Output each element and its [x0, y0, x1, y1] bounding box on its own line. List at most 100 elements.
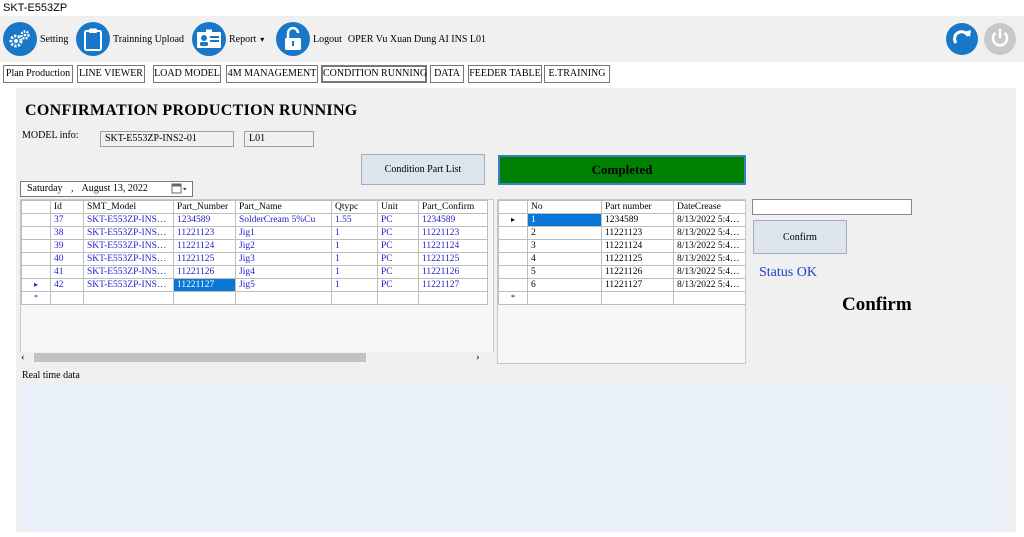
cell-part-confirm[interactable]: 11221124	[418, 239, 488, 253]
cell-part-number[interactable]: 11221127	[601, 278, 674, 292]
cell-smt-model[interactable]: SKT-E553ZP-INS2-01	[83, 265, 174, 279]
cell-id[interactable]: 40	[50, 252, 84, 266]
cell-empty[interactable]	[331, 291, 378, 305]
part-scan-input[interactable]	[752, 199, 912, 215]
row-header[interactable]	[498, 226, 528, 240]
training-upload-button[interactable]: Trainning Upload	[76, 20, 184, 58]
column-header-unit[interactable]: Unit	[377, 200, 419, 214]
cell-empty[interactable]	[601, 291, 674, 305]
refresh-button[interactable]	[946, 23, 978, 55]
cell-part-number[interactable]: 11221126	[173, 265, 236, 279]
cell-part-number[interactable]: 11221123	[601, 226, 674, 240]
cell-empty[interactable]	[527, 291, 602, 305]
cell-datecrease[interactable]: 8/13/2022 5:40:...	[673, 252, 745, 266]
cell-datecrease[interactable]: 8/13/2022 5:40:...	[673, 226, 745, 240]
cell-part-name[interactable]: SolderCream 5%Cu	[235, 213, 332, 227]
cell-id[interactable]: 38	[50, 226, 84, 240]
cell-datecrease[interactable]: 8/13/2022 5:40:...	[673, 265, 745, 279]
row-header[interactable]	[21, 265, 51, 279]
cell-qtypc[interactable]: 1	[331, 239, 378, 253]
row-header[interactable]	[21, 213, 51, 227]
cell-empty[interactable]	[235, 291, 332, 305]
cell-no[interactable]: 3	[527, 239, 602, 253]
column-header-id[interactable]: Id	[50, 200, 84, 214]
cell-part-number[interactable]: 11221126	[601, 265, 674, 279]
cell-part-number[interactable]: 1234589	[173, 213, 236, 227]
cell-unit[interactable]: PC	[377, 252, 419, 266]
cell-unit[interactable]: PC	[377, 213, 419, 227]
tab-load-model[interactable]: LOAD MODEL	[153, 65, 221, 83]
logout-button[interactable]: Logout OPER Vu Xuan Dung AI INS L01	[276, 20, 486, 58]
report-button[interactable]: Report ▾	[192, 20, 264, 58]
column-header-no[interactable]: No	[527, 200, 602, 214]
cell-part-name[interactable]: Jig2	[235, 239, 332, 253]
cell-no[interactable]: 6	[527, 278, 602, 292]
row-header[interactable]	[498, 252, 528, 266]
cell-part-number[interactable]: 11221125	[601, 252, 674, 266]
cell-empty[interactable]	[418, 291, 488, 305]
tab-4m-management[interactable]: 4M MANAGEMENT	[226, 65, 318, 83]
new-row[interactable]: *	[498, 291, 745, 305]
power-button[interactable]	[984, 23, 1016, 55]
table-row[interactable]: 40 SKT-E553ZP-INS2-01 11221125 Jig3 1 PC…	[21, 252, 488, 266]
cell-qtypc[interactable]: 1.55	[331, 213, 378, 227]
new-row-marker[interactable]: *	[21, 291, 51, 305]
cell-qtypc[interactable]: 1	[331, 252, 378, 266]
table-row[interactable]: 5 11221126 8/13/2022 5:40:...	[498, 265, 745, 279]
report-dropdown-icon[interactable]: ▾	[260, 35, 264, 44]
cell-part-name[interactable]: Jig1	[235, 226, 332, 240]
cell-part-number[interactable]: 1234589	[601, 213, 674, 227]
row-header[interactable]	[21, 226, 51, 240]
table-row[interactable]: 2 11221123 8/13/2022 5:40:...	[498, 226, 745, 240]
cell-smt-model[interactable]: SKT-E553ZP-INS2-01	[83, 252, 174, 266]
cell-smt-model[interactable]: SKT-E553ZP-INS2-01	[83, 278, 174, 292]
cell-part-number[interactable]: 11221124	[173, 239, 236, 253]
cell-no[interactable]: 5	[527, 265, 602, 279]
table-row[interactable]: 37 SKT-E553ZP-INS2-01 1234589 SolderCrea…	[21, 213, 488, 227]
cell-smt-model[interactable]: SKT-E553ZP-INS2-01	[83, 239, 174, 253]
tab-plan-production[interactable]: Plan Production	[3, 65, 73, 83]
current-row-indicator-icon[interactable]: ▸	[498, 213, 528, 227]
cell-qtypc[interactable]: 1	[331, 278, 378, 292]
cell-smt-model[interactable]: SKT-E553ZP-INS2-01	[83, 213, 174, 227]
cell-datecrease[interactable]: 8/13/2022 5:40:...	[673, 278, 745, 292]
cell-part-confirm[interactable]: 11221125	[418, 252, 488, 266]
cell-empty[interactable]	[173, 291, 236, 305]
cell-datecrease[interactable]: 8/13/2022 5:40:...	[673, 239, 745, 253]
cell-part-name[interactable]: Jig5	[235, 278, 332, 292]
row-header[interactable]	[21, 239, 51, 253]
cell-part-confirm[interactable]: 11221123	[418, 226, 488, 240]
new-row-marker[interactable]: *	[498, 291, 528, 305]
cell-empty[interactable]	[83, 291, 174, 305]
cell-empty[interactable]	[673, 291, 745, 305]
cell-unit[interactable]: PC	[377, 239, 419, 253]
cell-smt-model[interactable]: SKT-E553ZP-INS2-01	[83, 226, 174, 240]
condition-part-list-button[interactable]: Condition Part List	[361, 154, 485, 185]
cell-part-number[interactable]: 11221123	[173, 226, 236, 240]
table-row[interactable]: 39 SKT-E553ZP-INS2-01 11221124 Jig2 1 PC…	[21, 239, 488, 253]
calendar-dropdown-icon[interactable]	[171, 183, 187, 200]
column-header-part-confirm[interactable]: Part_Confirm	[418, 200, 488, 214]
tab-line-viewer[interactable]: LINE VIEWER	[77, 65, 145, 83]
date-picker[interactable]: Saturday , August 13, 2022	[20, 181, 193, 197]
table-row[interactable]: 38 SKT-E553ZP-INS2-01 11221123 Jig1 1 PC…	[21, 226, 488, 240]
tab-condition-running[interactable]: CONDITION RUNNING	[321, 65, 427, 83]
cell-empty[interactable]	[50, 291, 84, 305]
cell-unit[interactable]: PC	[377, 265, 419, 279]
cell-part-name[interactable]: Jig3	[235, 252, 332, 266]
cell-datecrease[interactable]: 8/13/2022 5:40:...	[673, 213, 745, 227]
cell-unit[interactable]: PC	[377, 278, 419, 292]
cell-id[interactable]: 41	[50, 265, 84, 279]
condition-grid[interactable]: Id SMT_Model Part_Number Part_Name Qtypc…	[20, 199, 494, 364]
cell-qtypc[interactable]: 1	[331, 265, 378, 279]
column-header-part-number[interactable]: Part_Number	[173, 200, 236, 214]
column-header-qtypc[interactable]: Qtypc	[331, 200, 378, 214]
cell-no[interactable]: 2	[527, 226, 602, 240]
column-header-part-name[interactable]: Part_Name	[235, 200, 332, 214]
cell-part-number[interactable]: 11221124	[601, 239, 674, 253]
row-header[interactable]	[498, 239, 528, 253]
cell-no-selected[interactable]: 1	[527, 213, 602, 227]
row-header[interactable]	[498, 265, 528, 279]
row-header[interactable]	[498, 278, 528, 292]
current-row-indicator-icon[interactable]: ▸	[21, 278, 51, 292]
